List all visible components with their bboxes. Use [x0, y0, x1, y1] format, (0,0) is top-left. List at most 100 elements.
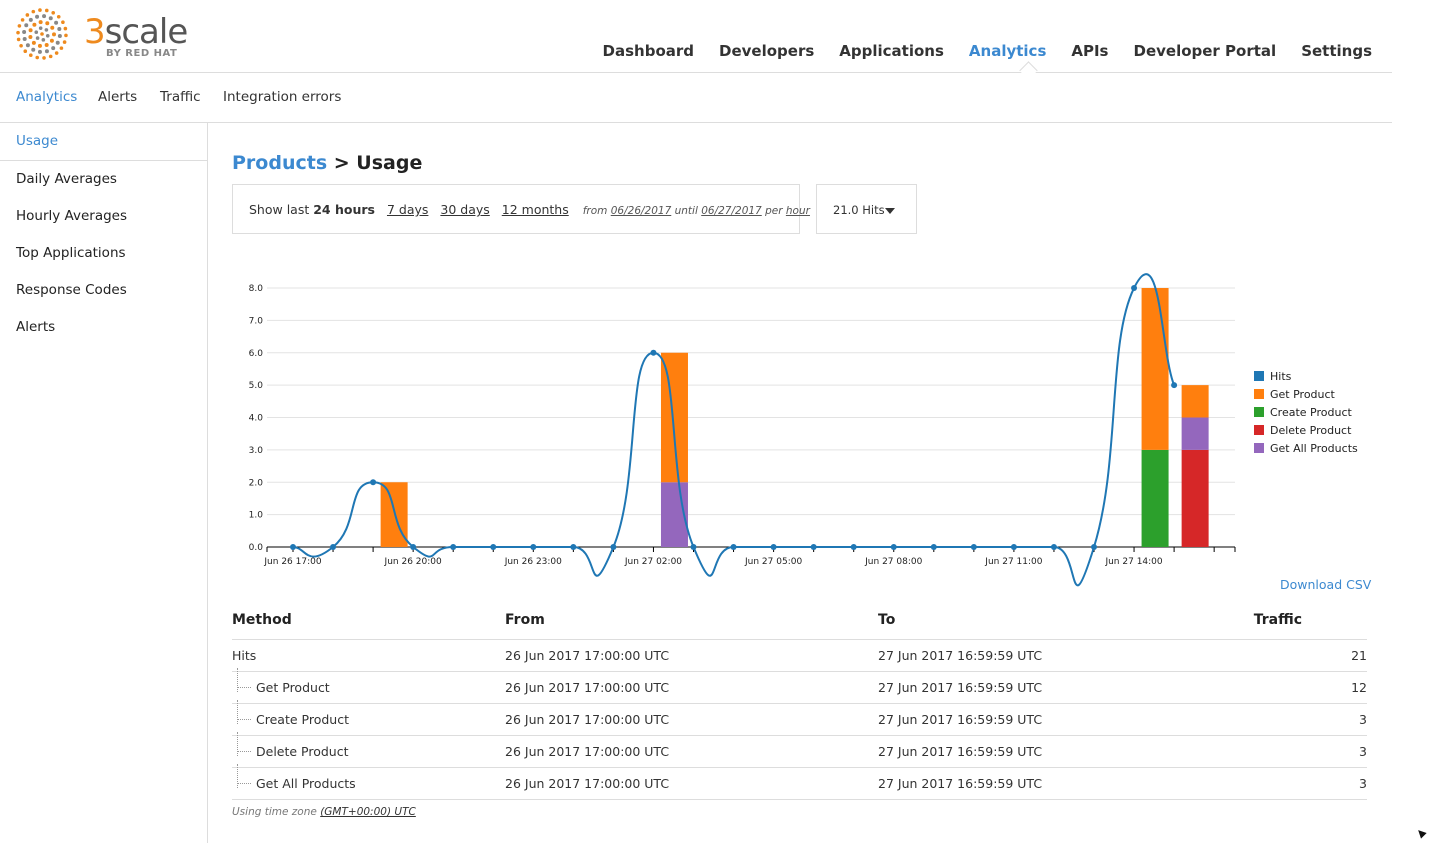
granularity-link[interactable]: hour [786, 205, 810, 217]
sidebar-item-top-applications[interactable]: Top Applications [0, 235, 207, 272]
logo-dot [51, 32, 56, 37]
tree-connector-icon [232, 732, 256, 756]
logo-dot [44, 28, 49, 32]
legend-label-get-product[interactable]: Get Product [1270, 388, 1336, 401]
from-date-link[interactable]: 06/26/2017 [611, 205, 672, 217]
method-name: Hits [232, 648, 257, 663]
until-label: until [674, 205, 698, 217]
hits-point [610, 544, 617, 550]
main-nav-developers[interactable]: Developers [719, 42, 814, 60]
table-row: Get All Products 26 Jun 2017 17:00:00 UTC… [232, 764, 1367, 800]
hits-point [1010, 544, 1017, 550]
range-12-months-link[interactable]: 12 months [502, 202, 569, 217]
main-nav-analytics[interactable]: Analytics [969, 42, 1046, 60]
until-date-link[interactable]: 06/27/2017 [701, 205, 762, 217]
from-cell: 26 Jun 2017 17:00:00 UTC [505, 671, 878, 704]
main-nav-applications[interactable]: Applications [839, 42, 944, 60]
logo-dot [38, 20, 43, 25]
x-tick-label: Jun 26 20:00 [384, 557, 442, 567]
to-cell: 27 Jun 2017 16:59:59 UTC [878, 703, 1251, 736]
show-last-label: Show last [249, 202, 310, 217]
from-cell: 26 Jun 2017 17:00:00 UTC [505, 703, 878, 736]
logo-dot [31, 9, 36, 14]
time-range-selector: Show last 24 hours 7 days 30 days 12 mon… [232, 184, 810, 234]
hits-point [330, 544, 337, 550]
table-row: Get Product 26 Jun 2017 17:00:00 UTC 27 Ju… [232, 668, 1367, 704]
hits-point [890, 544, 897, 550]
logo-dot [28, 28, 33, 33]
column-header-to: To [878, 600, 1251, 640]
range-30-days-link[interactable]: 30 days [440, 202, 489, 217]
bar-get-product [660, 352, 688, 483]
sub-nav-integration-errors[interactable]: Integration errors [223, 89, 341, 105]
mouse-cursor-icon [1415, 827, 1427, 839]
logo-dot [37, 49, 42, 54]
x-tick-label: Jun 26 17:00 [263, 557, 321, 567]
method-name: Get Product [256, 680, 330, 695]
logo-dot [35, 55, 40, 60]
legend-label-delete-product[interactable]: Delete Product [1270, 424, 1352, 437]
breadcrumb-products-link[interactable]: Products [232, 152, 327, 174]
hits-point [770, 544, 777, 550]
bar-create-product [1141, 449, 1169, 547]
legend-label-hits[interactable]: Hits [1270, 370, 1292, 383]
3scale-logo[interactable]: 3scale BY RED HAT [16, 8, 188, 62]
logo-dot [17, 24, 22, 28]
legend-label-get-all-products[interactable]: Get All Products [1270, 442, 1358, 455]
sub-nav-traffic[interactable]: Traffic [160, 89, 201, 105]
caret-down-icon [885, 208, 895, 214]
download-csv-link[interactable]: Download CSV [1280, 577, 1371, 592]
logo-dot [28, 35, 33, 40]
x-tick-label: Jun 27 02:00 [624, 557, 682, 567]
logo-dot [38, 26, 43, 30]
main-nav-apis[interactable]: APIs [1071, 42, 1108, 60]
logo-dot [64, 33, 68, 38]
page-title: Products > Usage [232, 152, 422, 174]
current-range: 24 hours [313, 202, 375, 217]
metric-dropdown[interactable]: 21.0 Hits [816, 184, 917, 234]
x-tick-label: Jun 27 11:00 [984, 557, 1042, 567]
hits-point [930, 544, 937, 550]
main-nav-developer-portal[interactable]: Developer Portal [1134, 42, 1277, 60]
traffic-cell: 3 [1251, 767, 1367, 800]
logo-dot [45, 21, 50, 26]
sub-nav-alerts[interactable]: Alerts [98, 89, 137, 105]
custom-range: from 06/26/2017 until 06/27/2017 per hou… [583, 205, 810, 217]
x-tick-label: Jun 26 23:00 [504, 557, 562, 567]
method-cell: Get Product [232, 668, 505, 704]
main-nav-settings[interactable]: Settings [1301, 42, 1372, 60]
logo-dot [20, 18, 25, 22]
legend-label-create-product[interactable]: Create Product [1270, 406, 1352, 419]
main-nav: Dashboard Developers Applications Analytics… [578, 42, 1372, 60]
top-header: 3scale BY RED HAT Dashboard Developers App… [0, 0, 1392, 73]
sidebar-item-usage[interactable]: Usage [0, 123, 207, 161]
timezone-link[interactable]: (GMT+00:00) UTC [320, 806, 416, 818]
legend-swatch [1254, 425, 1264, 435]
sub-nav-analytics[interactable]: Analytics [16, 89, 77, 105]
bar-get-all-products [1181, 417, 1209, 450]
bar-get-product [1141, 288, 1169, 450]
sidebar-item-response-codes[interactable]: Response Codes [0, 272, 207, 309]
traffic-cell: 3 [1251, 703, 1367, 736]
main-nav-dashboard[interactable]: Dashboard [603, 42, 694, 60]
sub-nav: Analytics Alerts Traffic Integration errors [0, 73, 1392, 123]
y-tick-label: 0.0 [249, 543, 264, 553]
logo-dot [49, 38, 54, 43]
logo-dot [48, 16, 53, 21]
tree-connector-icon [232, 764, 256, 788]
hits-point [570, 544, 577, 550]
legend-swatch [1254, 443, 1264, 453]
logo-dot [40, 32, 44, 36]
logo-dot [54, 51, 59, 55]
logo-dot [23, 49, 28, 54]
sidebar-item-alerts[interactable]: Alerts [0, 309, 207, 346]
logo-dot [50, 25, 55, 30]
hits-point [290, 544, 296, 550]
logo-dot [35, 36, 40, 40]
range-7-days-link[interactable]: 7 days [387, 202, 428, 217]
table-row: Create Product 26 Jun 2017 17:00:00 UTC 27… [232, 700, 1367, 736]
sidebar-item-daily-averages[interactable]: Daily Averages [0, 161, 207, 198]
hits-point [810, 544, 817, 550]
logo-dot [38, 8, 42, 12]
sidebar-item-hourly-averages[interactable]: Hourly Averages [0, 198, 207, 235]
